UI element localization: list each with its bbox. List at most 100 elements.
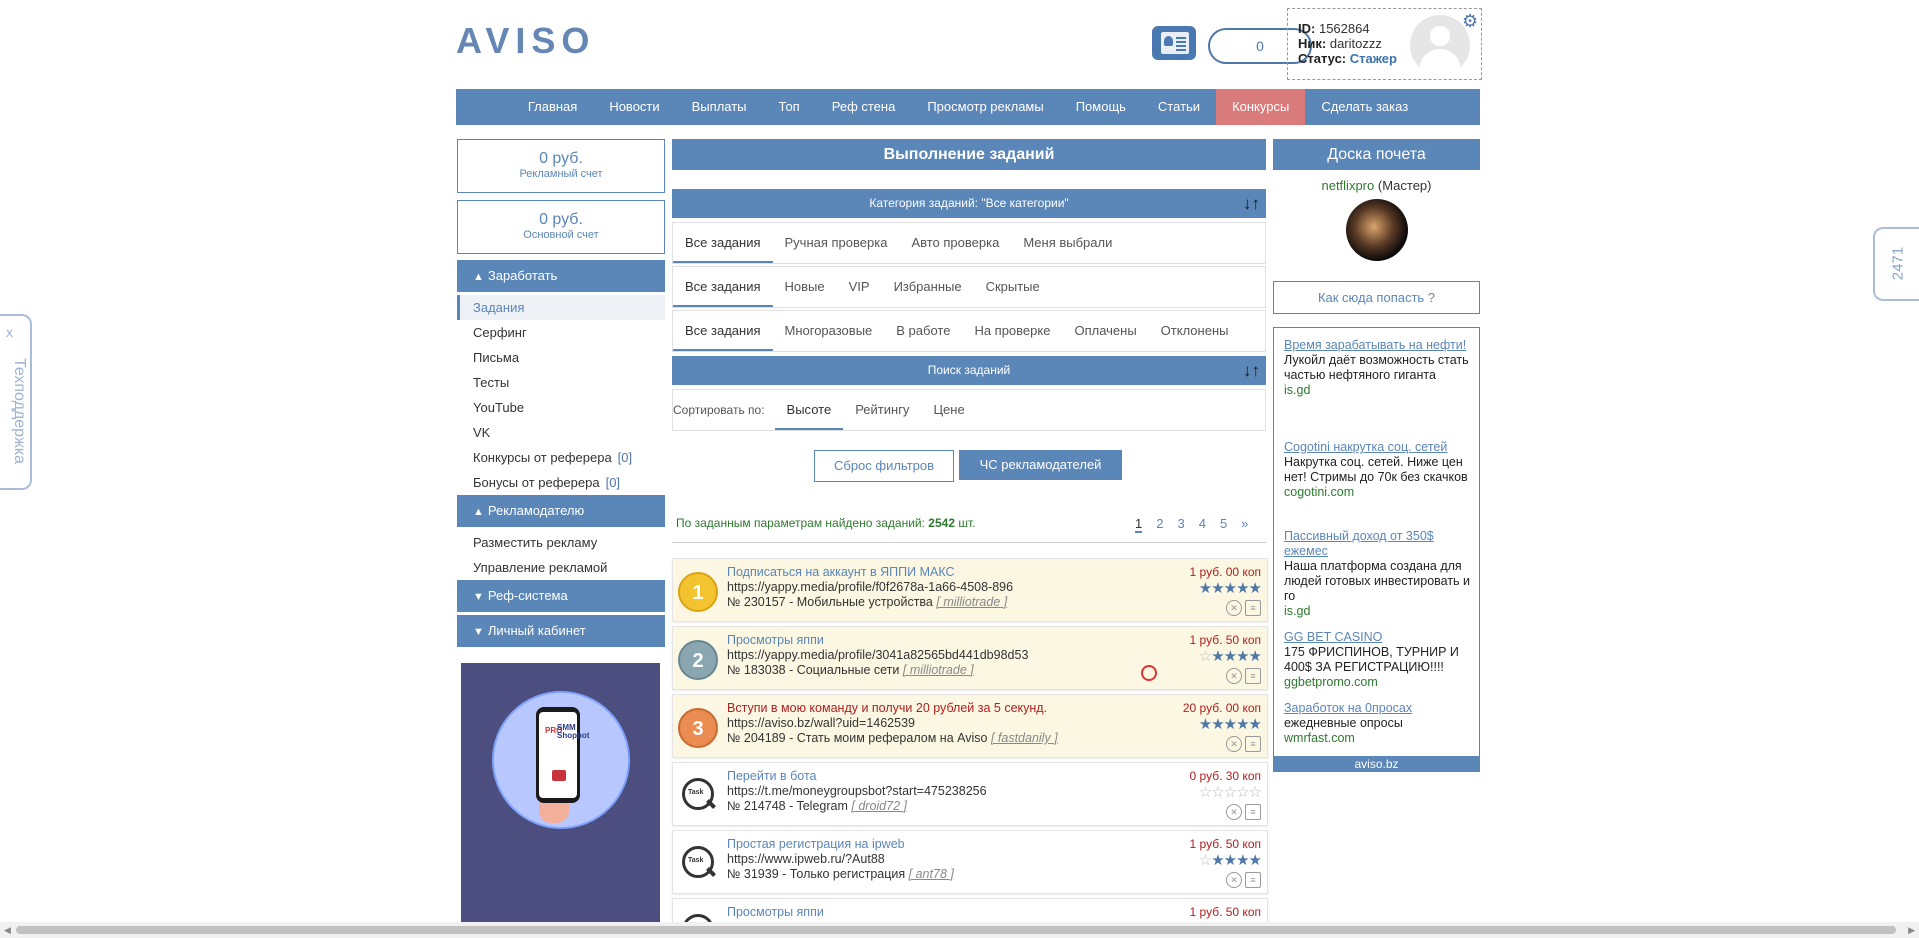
hide-icon[interactable]: ✕ [1226, 736, 1242, 752]
tab-rejected[interactable]: Отклонены [1149, 311, 1241, 351]
task-row[interactable]: 3 Вступи в мою команду и получи 20 рубле… [672, 694, 1268, 758]
tab-all-tasks-2[interactable]: Все задания [673, 267, 773, 307]
nav-ref-wall[interactable]: Реф стена [816, 89, 912, 125]
menu-tasks[interactable]: Задания [457, 295, 665, 320]
task-author[interactable]: milliotrade [943, 595, 1000, 609]
tab-hidden[interactable]: Скрытые [974, 267, 1052, 307]
page-4[interactable]: 4 [1199, 516, 1206, 531]
tab-all-tasks[interactable]: Все задания [673, 223, 773, 263]
sort-arrows-icon[interactable]: ↓↑ [1243, 189, 1260, 218]
online-counter-widget[interactable]: 2471 [1873, 227, 1919, 301]
page-5[interactable]: 5 [1220, 516, 1227, 531]
sort-by-rating[interactable]: Рейтингу [843, 390, 921, 430]
sort-arrows-icon[interactable]: ↓↑ [1243, 356, 1260, 385]
task-row[interactable]: Перейти в бота https://t.me/moneygroupsb… [672, 762, 1268, 826]
avatar[interactable] [1410, 15, 1470, 75]
page-next[interactable]: » [1241, 516, 1248, 531]
nav-top[interactable]: Топ [763, 89, 816, 125]
honor-avatar[interactable] [1345, 199, 1408, 261]
menu-vk[interactable]: VK [457, 420, 665, 445]
hide-icon[interactable]: ✕ [1226, 600, 1242, 616]
tab-new[interactable]: Новые [773, 267, 837, 307]
tab-reusable[interactable]: Многоразовые [773, 311, 885, 351]
page-3[interactable]: 3 [1177, 516, 1184, 531]
ad-item[interactable]: Заработок на 0просах ежедневные опросы w… [1284, 701, 1476, 746]
advertiser-blacklist-button[interactable]: ЧС рекламодателей [959, 450, 1122, 480]
main-balance[interactable]: 0 руб. Основной счет [457, 200, 665, 254]
ad-item[interactable]: Пассивный доход от 350$ ежемес Наша плат… [1284, 529, 1476, 619]
task-row[interactable]: 1 Подписаться на аккаунт в ЯППИ МАКС htt… [672, 558, 1268, 622]
ad-headline[interactable]: GG BET CASINO [1284, 630, 1476, 645]
note-icon[interactable]: ≡ [1245, 668, 1261, 684]
page-1[interactable]: 1 [1135, 516, 1143, 533]
section-advertiser[interactable]: ▲ Рекламодателю [457, 495, 665, 527]
note-icon[interactable]: ≡ [1245, 736, 1261, 752]
scroll-right-icon[interactable]: ▶ [1908, 925, 1915, 936]
honor-user[interactable]: netflixpro [1321, 178, 1374, 193]
menu-youtube[interactable]: YouTube [457, 395, 665, 420]
nav-home[interactable]: Главная [512, 89, 593, 125]
sort-by-height[interactable]: Высоте [774, 390, 844, 430]
menu-surfing[interactable]: Серфинг [457, 320, 665, 345]
support-widget[interactable]: x Техподдержка [0, 314, 32, 490]
task-author[interactable]: fastdanily [998, 731, 1051, 745]
tab-all-tasks-3[interactable]: Все задания [673, 311, 773, 351]
ad-item[interactable]: Время зарабатывать на нефти! Лукойл даёт… [1284, 338, 1476, 398]
nav-payouts[interactable]: Выплаты [676, 89, 763, 125]
task-title[interactable]: Перейти в бота [727, 769, 987, 784]
ads-footer[interactable]: aviso.bz [1273, 756, 1480, 772]
smm-banner[interactable]: PRO SMM Shopbot [461, 663, 660, 923]
tab-vip[interactable]: VIP [837, 267, 882, 307]
tab-manual-check[interactable]: Ручная проверка [773, 223, 900, 263]
nav-contests[interactable]: Конкурсы [1216, 89, 1306, 125]
how-to-get-here-button[interactable]: Как сюда попасть ? [1273, 281, 1480, 314]
search-bar[interactable]: Поиск заданий ↓↑ [672, 356, 1266, 385]
menu-letters[interactable]: Письма [457, 345, 665, 370]
task-author[interactable]: droid72 [858, 799, 900, 813]
sort-by-price[interactable]: Цене [921, 390, 976, 430]
tab-auto-check[interactable]: Авто проверка [899, 223, 1011, 263]
page-2[interactable]: 2 [1156, 516, 1163, 531]
ad-headline[interactable]: Cogotini накрутка соц. сетей [1284, 440, 1476, 455]
task-title[interactable]: Просмотры яппи [727, 633, 1028, 648]
user-status[interactable]: Стажер [1350, 51, 1397, 66]
ad-headline[interactable]: Пассивный доход от 350$ ежемес [1284, 529, 1476, 559]
ad-item[interactable]: Cogotini накрутка соц. сетей Накрутка со… [1284, 440, 1476, 500]
scroll-left-icon[interactable]: ◀ [4, 925, 11, 936]
section-ref-system[interactable]: ▼ Реф-система [457, 580, 665, 612]
task-row[interactable]: Простая регистрация на ipweb https://www… [672, 830, 1268, 894]
task-title[interactable]: Простая регистрация на ipweb [727, 837, 954, 852]
nav-help[interactable]: Помощь [1060, 89, 1142, 125]
menu-manage-ads[interactable]: Управление рекламой [457, 555, 665, 580]
task-row[interactable]: 2 Просмотры яппи https://yappy.media/pro… [672, 626, 1268, 690]
hide-icon[interactable]: ✕ [1226, 804, 1242, 820]
note-icon[interactable]: ≡ [1245, 600, 1261, 616]
tab-paid[interactable]: Оплачены [1062, 311, 1148, 351]
section-cabinet[interactable]: ▼ Личный кабинет [457, 615, 665, 647]
menu-place-ad[interactable]: Разместить рекламу [457, 530, 665, 555]
nav-view-ads[interactable]: Просмотр рекламы [911, 89, 1059, 125]
nav-articles[interactable]: Статьи [1142, 89, 1216, 125]
task-title[interactable]: Подписаться на аккаунт в ЯППИ МАКС [727, 565, 1013, 580]
news-card-icon[interactable] [1152, 26, 1196, 60]
tab-on-review[interactable]: На проверке [962, 311, 1062, 351]
task-title[interactable]: Вступи в мою команду и получи 20 рублей … [727, 701, 1058, 716]
horizontal-scrollbar[interactable]: ◀ ▶ [0, 922, 1919, 938]
reset-filters-button[interactable]: Сброс фильтров [814, 450, 954, 482]
hide-icon[interactable]: ✕ [1226, 668, 1242, 684]
menu-referrer-bonuses[interactable]: Бонусы от реферера [0] [457, 470, 665, 495]
note-icon[interactable]: ≡ [1245, 804, 1261, 820]
ad-item[interactable]: GG BET CASINO 175 ФРИСПИНОВ, ТУРНИР И 40… [1284, 630, 1476, 690]
menu-referrer-contests[interactable]: Конкурсы от реферера [0] [457, 445, 665, 470]
nav-make-order[interactable]: Сделать заказ [1305, 89, 1424, 125]
note-icon[interactable]: ≡ [1245, 872, 1261, 888]
category-bar[interactable]: Категория заданий: "Все категории" ↓↑ [672, 189, 1266, 218]
gear-icon[interactable]: ⚙ [1462, 11, 1478, 32]
tab-chosen-me[interactable]: Меня выбрали [1011, 223, 1124, 263]
task-title[interactable]: Просмотры яппи [727, 905, 824, 920]
section-earn[interactable]: ▲ Заработать [457, 260, 665, 292]
ad-balance[interactable]: 0 руб. Рекламный счет [457, 139, 665, 193]
menu-tests[interactable]: Тесты [457, 370, 665, 395]
ad-headline[interactable]: Заработок на 0просах [1284, 701, 1476, 716]
tab-favorites[interactable]: Избранные [882, 267, 974, 307]
